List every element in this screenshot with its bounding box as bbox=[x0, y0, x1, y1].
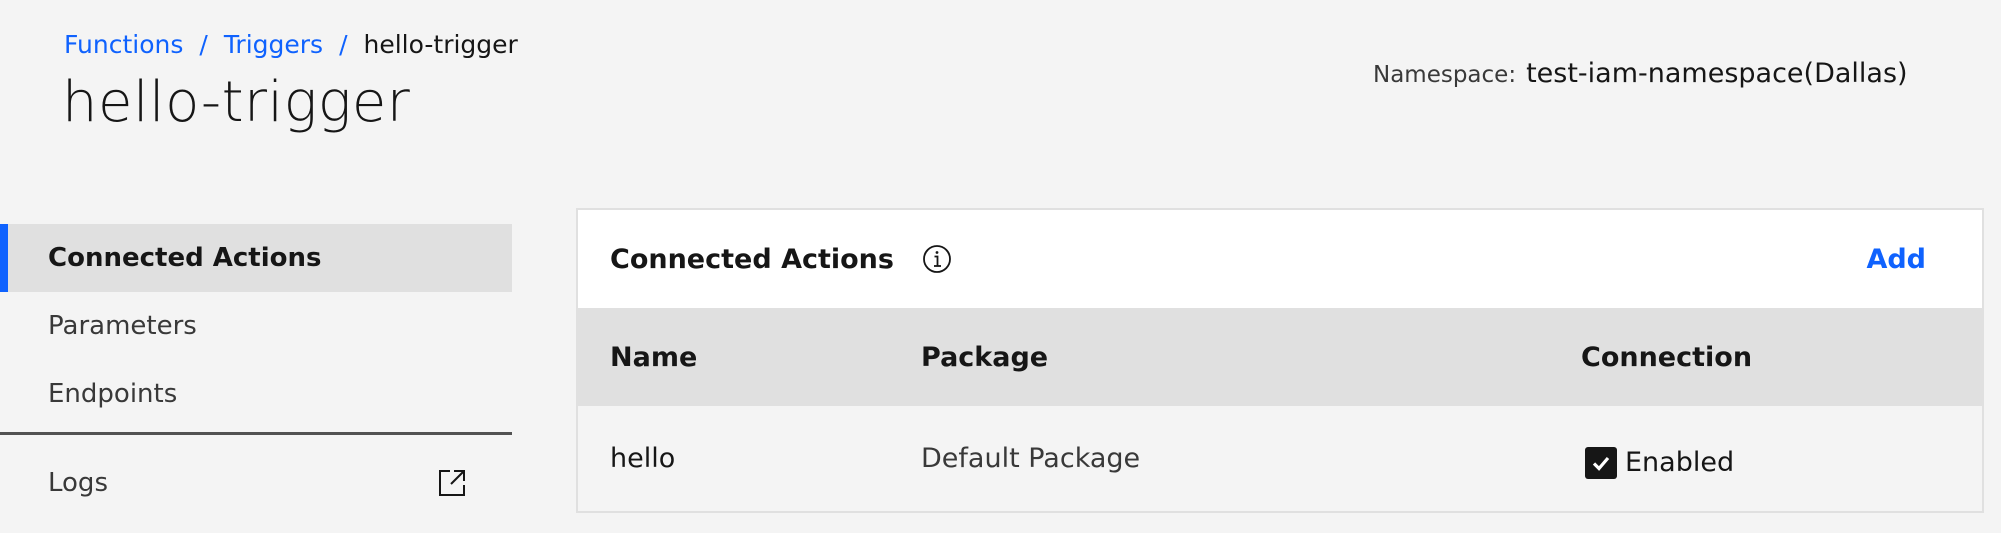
add-button[interactable]: Add bbox=[1866, 244, 1926, 275]
checkmark-icon bbox=[1592, 456, 1610, 471]
external-link-icon bbox=[436, 467, 468, 499]
column-header-connection[interactable]: Connection bbox=[1581, 308, 1982, 406]
breadcrumb-current: hello-trigger bbox=[363, 30, 518, 59]
connected-actions-panel: Connected Actions Add Name Package Conne… bbox=[576, 208, 1984, 513]
table-header-row: Name Package Connection bbox=[578, 308, 1982, 406]
column-header-package[interactable]: Package bbox=[921, 308, 1581, 406]
column-header-name[interactable]: Name bbox=[578, 308, 921, 406]
sidebar-item-parameters[interactable]: Parameters bbox=[0, 292, 512, 360]
table-row: hello Default Package Enabled bbox=[578, 406, 1982, 511]
sidebar-item-label: Parameters bbox=[48, 311, 197, 341]
breadcrumb-separator: / bbox=[339, 30, 348, 59]
namespace-value: test-iam-namespace(Dallas) bbox=[1526, 58, 1908, 89]
sidebar: Connected Actions Parameters Endpoints L… bbox=[0, 224, 512, 531]
panel-title: Connected Actions bbox=[610, 243, 894, 275]
namespace-label: Namespace: bbox=[1373, 62, 1517, 88]
sidebar-item-logs[interactable]: Logs bbox=[0, 435, 512, 531]
panel-header: Connected Actions Add bbox=[578, 210, 1982, 308]
sidebar-item-label: Endpoints bbox=[48, 379, 178, 409]
page: Functions / Triggers / hello-trigger hel… bbox=[0, 0, 2001, 533]
info-icon[interactable] bbox=[922, 244, 952, 274]
connection-toggle[interactable]: Enabled bbox=[1581, 439, 1982, 479]
sidebar-item-label: Logs bbox=[48, 468, 108, 498]
page-title: hello-trigger bbox=[62, 70, 411, 135]
sidebar-item-connected-actions[interactable]: Connected Actions bbox=[0, 224, 512, 292]
breadcrumb: Functions / Triggers / hello-trigger bbox=[64, 30, 518, 59]
action-package: Default Package bbox=[921, 443, 1141, 474]
namespace-info: Namespace: test-iam-namespace(Dallas) bbox=[1373, 58, 1908, 89]
connected-actions-table: Name Package Connection hello Default Pa… bbox=[578, 308, 1982, 511]
sidebar-item-endpoints[interactable]: Endpoints bbox=[0, 360, 512, 428]
action-connection: Enabled bbox=[1581, 406, 1982, 511]
breadcrumb-separator: / bbox=[199, 30, 208, 59]
breadcrumb-triggers-link[interactable]: Triggers bbox=[224, 30, 323, 59]
enabled-checkbox[interactable] bbox=[1585, 446, 1617, 479]
breadcrumb-functions-link[interactable]: Functions bbox=[64, 30, 183, 59]
connection-label: Enabled bbox=[1625, 447, 1735, 478]
sidebar-item-label: Connected Actions bbox=[48, 243, 322, 273]
action-name: hello bbox=[610, 443, 676, 474]
